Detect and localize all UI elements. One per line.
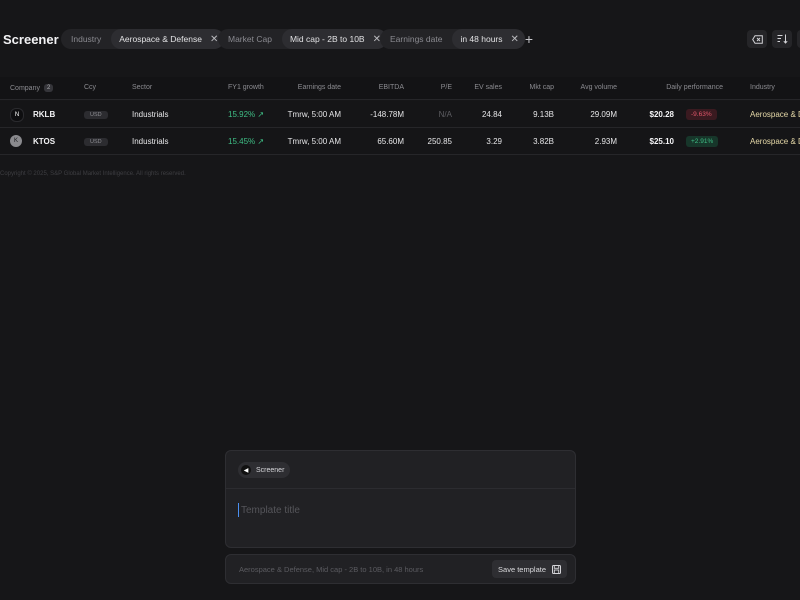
fy1-growth: 15.92% ↗ [228, 110, 265, 119]
sector: Industrials [132, 110, 169, 119]
company-logo: N [10, 108, 24, 122]
filter-value-label: Mid cap - 2B to 10B [289, 34, 365, 44]
sort-icon [777, 34, 788, 44]
plus-icon: + [524, 31, 534, 47]
save-template-button[interactable]: Save template [492, 560, 567, 578]
sector: Industrials [132, 137, 169, 146]
ev-sales: 24.84 [481, 110, 502, 119]
column-fy1-growth[interactable]: FY1 growth [228, 84, 264, 91]
column-sector[interactable]: Sector [132, 84, 152, 91]
currency-badge: USD [84, 136, 108, 146]
source-pill[interactable]: ◀ Screener [238, 462, 291, 478]
filter-chip-market-cap[interactable]: Market Cap Mid cap - 2B to 10B ✕ [218, 29, 387, 49]
source-pill-label: Screener [256, 466, 285, 474]
ebitda: -148.78M [370, 110, 404, 119]
table-row[interactable]: K KTOS USD Industrials 15.45% ↗ Tmrw, 5:… [0, 128, 800, 155]
filter-key: Earnings date [390, 34, 443, 44]
daily-performance: +2.91% [686, 136, 719, 147]
performance-badge: +2.91% [686, 136, 719, 147]
column-mkt-cap[interactable]: Mkt cap [529, 84, 554, 91]
filter-value[interactable]: in 48 hours ✕ [452, 29, 525, 49]
filter-value-label: Aerospace & Defense [119, 34, 202, 44]
save-template-label: Save template [498, 564, 546, 574]
template-summary-bar: Aerospace & Defense, Mid cap - 2B to 10B… [225, 554, 576, 584]
ticker[interactable]: KTOS [33, 137, 55, 146]
filter-chip-earnings-date[interactable]: Earnings date in 48 hours ✕ [380, 29, 525, 49]
column-ev-sales[interactable]: EV sales [474, 84, 502, 91]
column-ebitda[interactable]: EBITDA [379, 84, 404, 91]
daily-performance: -9.63% [686, 109, 717, 120]
industry: Aerospace & Defense [750, 110, 800, 119]
sort-button[interactable] [772, 30, 792, 48]
pe-ratio: 250.85 [427, 137, 452, 146]
filter-chip-industry[interactable]: Industry Aerospace & Defense ✕ [61, 29, 225, 49]
avg-volume: 29.09M [590, 110, 617, 119]
filter-value[interactable]: Mid cap - 2B to 10B ✕ [281, 29, 387, 49]
performance-badge: -9.63% [686, 109, 717, 120]
column-avg-volume[interactable]: Avg volume [581, 84, 617, 91]
column-label: Company [10, 84, 40, 92]
composer-header: ◀ Screener [226, 451, 575, 489]
backspace-icon [751, 34, 763, 44]
clear-filters-button[interactable] [747, 30, 767, 48]
company-logo: K [10, 135, 22, 147]
table-row[interactable]: N RKLB USD Industrials 15.92% ↗ Tmrw, 5:… [0, 101, 800, 128]
filter-value[interactable]: Aerospace & Defense ✕ [111, 29, 225, 49]
filter-key: Market Cap [228, 34, 272, 44]
column-daily-performance[interactable]: Daily performance [666, 84, 723, 91]
mkt-cap: 3.82B [533, 137, 554, 146]
template-composer: ◀ Screener [225, 450, 576, 548]
page-title: Screener [3, 32, 59, 47]
copyright-note: Copyright © 2025, S&P Global Market Inte… [0, 171, 186, 177]
column-industry[interactable]: Industry [750, 84, 775, 91]
earnings-date: Tmrw, 5:00 AM [287, 137, 341, 146]
price: $25.10 [649, 137, 674, 146]
ebitda: 65.60M [377, 137, 404, 146]
company-count-badge: 2 [43, 84, 54, 92]
fy1-growth: 15.45% ↗ [228, 137, 265, 146]
industry: Aerospace & Defense [750, 137, 800, 146]
column-earnings-date[interactable]: Earnings date [298, 84, 341, 91]
mkt-cap: 9.13B [533, 110, 554, 119]
column-pe[interactable]: P/E [441, 84, 452, 91]
column-company[interactable]: Company 2 [10, 84, 54, 92]
screener-logo-icon: ◀ [241, 465, 251, 475]
template-title-input[interactable] [238, 503, 561, 517]
close-icon[interactable]: ✕ [511, 34, 519, 45]
filter-toolbar: Screener Industry Aerospace & Defense ✕ … [0, 0, 800, 78]
pe-ratio: N/A [438, 110, 452, 119]
table-header: Company 2 Ccy Sector FY1 growth Earnings … [0, 77, 800, 100]
add-filter-button[interactable]: + [520, 30, 538, 48]
ev-sales: 3.29 [486, 137, 502, 146]
save-icon [552, 564, 561, 574]
earnings-date: Tmrw, 5:00 AM [287, 110, 341, 119]
price: $20.28 [649, 110, 674, 119]
currency-badge: USD [84, 109, 108, 119]
avg-volume: 2.93M [594, 137, 617, 146]
filter-value-label: in 48 hours [460, 34, 503, 44]
currency-label: USD [84, 111, 108, 119]
column-ccy[interactable]: Ccy [84, 84, 96, 91]
filter-key: Industry [71, 34, 102, 44]
ticker[interactable]: RKLB [33, 110, 55, 119]
filter-summary: Aerospace & Defense, Mid cap - 2B to 10B… [239, 565, 424, 574]
currency-label: USD [84, 138, 108, 146]
